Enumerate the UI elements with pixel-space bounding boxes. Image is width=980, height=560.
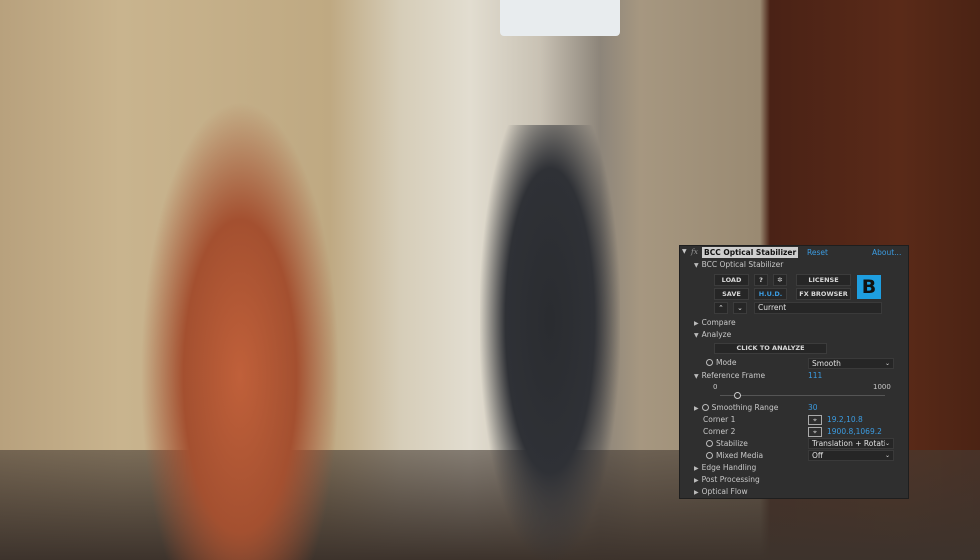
corner2-value[interactable]: 1900.8,1069.2 xyxy=(827,427,882,436)
mode-label: Mode xyxy=(706,358,736,367)
fx-browser-button[interactable]: FX BROWSER xyxy=(796,288,851,300)
street-sign xyxy=(500,0,620,36)
license-button[interactable]: LICENSE xyxy=(796,274,851,286)
section-reference-frame[interactable]: ▼ Reference Frame xyxy=(694,371,765,380)
mode-dropdown[interactable]: Smooth ⌄ xyxy=(808,358,894,369)
collapse-triangle-icon[interactable]: ▼ xyxy=(682,248,687,255)
crosshair-icon[interactable]: ⌖ xyxy=(808,415,822,425)
slider-max: 1000 xyxy=(873,383,891,391)
stopwatch-icon[interactable] xyxy=(706,359,713,366)
section-smoothing-range[interactable]: ▶ Smoothing Range xyxy=(694,403,778,412)
chevron-down-icon: ⌄ xyxy=(884,439,890,448)
save-button[interactable]: SAVE xyxy=(714,288,749,300)
stopwatch-icon[interactable] xyxy=(706,452,713,459)
chevron-down-icon: ⌄ xyxy=(884,360,890,367)
section-optical-flow[interactable]: ▶ Optical Flow xyxy=(694,487,748,496)
gear-icon[interactable]: ✲ xyxy=(773,274,787,286)
section-label: Analyze xyxy=(701,330,732,339)
stabilize-dropdown[interactable]: Translation + Rotatic ⌄ xyxy=(808,438,894,449)
corner1-value[interactable]: 19.2,10.8 xyxy=(827,415,863,424)
fx-icon[interactable]: fx xyxy=(691,247,698,256)
effect-controls-panel: ▼ fx BCC Optical Stabilizer Reset About.… xyxy=(679,245,909,499)
woman-figure xyxy=(140,100,340,560)
slider-min: 0 xyxy=(713,383,718,391)
corner1-label: Corner 1 xyxy=(703,415,736,424)
slider-handle[interactable] xyxy=(734,392,742,399)
preset-up-button[interactable]: ⌃ xyxy=(714,302,728,314)
section-edge-handling[interactable]: ▶ Edge Handling xyxy=(694,463,756,472)
preset-field[interactable]: Current xyxy=(754,302,882,314)
effect-name[interactable]: BCC Optical Stabilizer xyxy=(702,247,799,258)
hud-button[interactable]: H.U.D. xyxy=(754,288,787,300)
about-link[interactable]: About... xyxy=(872,248,901,257)
chevron-down-icon: ⌄ xyxy=(884,452,890,459)
group-title: BCC Optical Stabilizer xyxy=(701,260,784,269)
crosshair-icon[interactable]: ⌖ xyxy=(808,427,822,437)
reference-frame-slider[interactable] xyxy=(720,392,885,399)
load-button[interactable]: LOAD xyxy=(714,274,749,286)
reference-frame-value[interactable]: 111 xyxy=(808,371,822,380)
section-analyze[interactable]: ▼ Analyze xyxy=(694,330,731,339)
preset-down-button[interactable]: ⌄ xyxy=(733,302,747,314)
stopwatch-icon xyxy=(701,404,709,411)
section-post-processing[interactable]: ▶ Post Processing xyxy=(694,475,760,484)
stabilize-label: Stabilize xyxy=(706,439,748,448)
mixed-media-dropdown[interactable]: Off ⌄ xyxy=(808,450,894,461)
boris-fx-logo[interactable]: B xyxy=(857,275,881,299)
reset-link[interactable]: Reset xyxy=(807,248,828,257)
section-label: Compare xyxy=(701,318,736,327)
group-header[interactable]: ▼ BCC Optical Stabilizer xyxy=(694,260,783,269)
man-figure xyxy=(480,125,620,560)
corner2-label: Corner 2 xyxy=(703,427,736,436)
help-button[interactable]: ? xyxy=(754,274,768,286)
section-compare[interactable]: ▶ Compare xyxy=(694,318,736,327)
mixed-media-label: Mixed Media xyxy=(706,451,763,460)
click-to-analyze-button[interactable]: CLICK TO ANALYZE xyxy=(714,343,827,354)
smoothing-range-value[interactable]: 30 xyxy=(808,403,818,412)
stopwatch-icon[interactable] xyxy=(706,440,713,447)
